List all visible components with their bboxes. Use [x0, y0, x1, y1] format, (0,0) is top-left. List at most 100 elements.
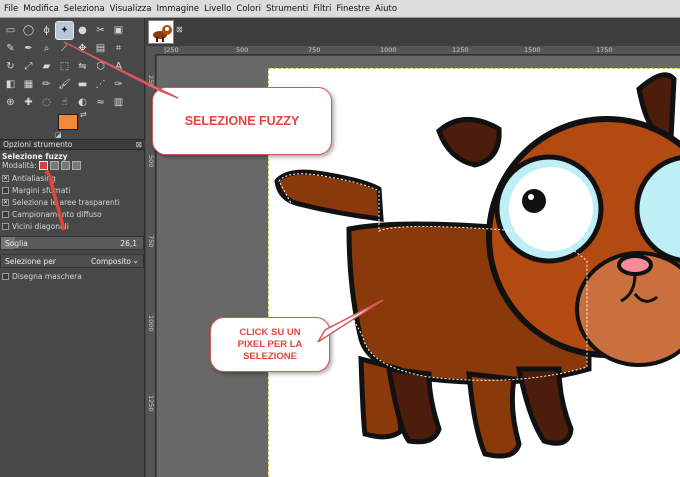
- ruler-top-label: 1500: [524, 46, 541, 54]
- foreground-color-swatch[interactable]: [58, 114, 78, 130]
- sample-merged-row[interactable]: Campionamento diffuso: [2, 210, 144, 219]
- clone-tool-icon[interactable]: ⊕: [2, 94, 19, 111]
- close-image-tab-icon[interactable]: ⊠: [176, 25, 183, 34]
- dodge-burn-tool-glyph: ◐: [78, 96, 87, 108]
- ruler-top-label: 1750: [596, 46, 613, 54]
- reset-colors-icon[interactable]: ◪: [55, 131, 62, 139]
- eraser-tool-icon[interactable]: ▬: [74, 76, 91, 93]
- bucket-fill-tool-icon[interactable]: ◧: [2, 76, 19, 93]
- fuzzy-select-tool-icon[interactable]: ✦: [55, 21, 74, 40]
- select-transparent-row[interactable]: ✕ Seleziona le aree trasparenti: [2, 198, 144, 207]
- diagonal-checkbox[interactable]: [2, 223, 9, 230]
- scale-tool-icon[interactable]: ⤢: [20, 58, 37, 75]
- smudge-tool-glyph: ☝: [61, 96, 68, 108]
- menu-modifica[interactable]: Modifica: [23, 4, 59, 14]
- mode-row: Modalità:: [2, 161, 144, 170]
- pencil-tool-icon[interactable]: ✏: [38, 76, 55, 93]
- clone-tool-glyph: ⊕: [6, 96, 15, 108]
- paths-tool-icon[interactable]: ✎: [2, 40, 19, 57]
- menu-livello[interactable]: Livello: [204, 4, 231, 14]
- threshold-value: 26,1: [120, 239, 137, 248]
- paintbrush-tool-icon[interactable]: 🖌: [56, 76, 73, 93]
- scissors-select-tool-glyph: ✂: [96, 24, 105, 36]
- blur-tool-icon[interactable]: ◌: [38, 94, 55, 111]
- bucket-fill-tool-glyph: ◧: [5, 78, 16, 90]
- select-transparent-checkbox[interactable]: ✕: [2, 199, 9, 206]
- menu-immagine[interactable]: Immagine: [156, 4, 199, 14]
- menu-filtri[interactable]: Filtri: [313, 4, 331, 14]
- crop-tool-icon[interactable]: ⌗: [110, 40, 127, 57]
- select-by-combo[interactable]: Selezione per Composito ⌄: [0, 254, 144, 268]
- rotate-tool-glyph: ↻: [6, 60, 15, 72]
- menu-colori[interactable]: Colori: [236, 4, 261, 14]
- menu-finestre[interactable]: Finestre: [336, 4, 370, 14]
- callout-click-pixel: CLICK SU UN PIXEL PER LA SELEZIONE: [210, 317, 330, 372]
- mode-intersect-button[interactable]: [71, 161, 81, 170]
- rotate-tool-icon[interactable]: ↻: [2, 58, 19, 75]
- color-picker-tool-icon[interactable]: ✒: [20, 40, 37, 57]
- move-tool-icon[interactable]: ✥: [74, 40, 91, 57]
- swap-colors-icon[interactable]: ⇄: [80, 110, 87, 119]
- warp-tool-icon[interactable]: ≈: [92, 94, 109, 111]
- ink-tool-icon[interactable]: ✑: [110, 76, 127, 93]
- draw-mask-checkbox[interactable]: [2, 273, 9, 280]
- antialiasing-row[interactable]: ✕ Antialiasing: [2, 174, 144, 183]
- image-thumbnail-tab[interactable]: [148, 20, 174, 44]
- scissors-select-tool-icon[interactable]: ✂: [92, 22, 109, 39]
- feather-checkbox[interactable]: [2, 187, 9, 194]
- sample-merged-checkbox[interactable]: [2, 211, 9, 218]
- paintbrush-tool-glyph: 🖌: [58, 78, 71, 90]
- diagonal-row[interactable]: Vicini diagonali: [2, 222, 144, 231]
- rect-select-tool-icon[interactable]: ▭: [2, 22, 19, 39]
- airbrush-tool-glyph: ⋰: [95, 78, 106, 90]
- callout-fuzzy-select: SELEZIONE FUZZY: [152, 87, 332, 155]
- feather-row[interactable]: Margini sfumati: [2, 186, 144, 195]
- zoom-tool-icon[interactable]: ⌕: [38, 40, 55, 57]
- smudge-tool-icon[interactable]: ☝: [56, 94, 73, 111]
- ellipse-select-tool-icon[interactable]: ◯: [20, 22, 37, 39]
- draw-mask-row[interactable]: Disegna maschera: [2, 272, 144, 281]
- antialiasing-label: Antialiasing: [12, 174, 56, 183]
- menu-strumenti[interactable]: Strumenti: [266, 4, 308, 14]
- mypaint-tool-icon[interactable]: ▥: [110, 94, 127, 111]
- measure-tool-glyph: ⟋: [61, 42, 68, 54]
- menu-seleziona[interactable]: Seleziona: [64, 4, 105, 14]
- select-by-color-tool-icon[interactable]: ●: [74, 22, 91, 39]
- shear-tool-icon[interactable]: ▰: [38, 58, 55, 75]
- close-icon[interactable]: ⊠: [136, 140, 142, 149]
- shear-tool-glyph: ▰: [42, 60, 51, 72]
- perspective-tool-icon[interactable]: ⬚: [56, 58, 73, 75]
- menu-file[interactable]: File: [4, 4, 18, 14]
- heal-tool-icon[interactable]: ✚: [20, 94, 37, 111]
- measure-tool-icon[interactable]: ⟋: [56, 40, 73, 57]
- callout-click-line-2: PIXEL PER LA: [237, 338, 303, 350]
- align-tool-icon[interactable]: ▤: [92, 40, 109, 57]
- blend-tool-icon[interactable]: ▦: [20, 76, 37, 93]
- horizontal-ruler: |250 500 750 1000 1250 1500 1750: [156, 46, 680, 55]
- align-tool-glyph: ▤: [95, 42, 106, 54]
- airbrush-tool-icon[interactable]: ⋰: [92, 76, 109, 93]
- mode-replace-button[interactable]: [38, 161, 48, 170]
- threshold-slider[interactable]: Soglia 26,1: [0, 236, 144, 250]
- cage-tool-icon[interactable]: ⬡: [92, 58, 109, 75]
- select-by-color-tool-glyph: ●: [78, 24, 87, 36]
- antialiasing-checkbox[interactable]: ✕: [2, 175, 9, 182]
- callout-fuzzy-text: SELEZIONE FUZZY: [184, 114, 300, 128]
- text-tool-icon[interactable]: A: [110, 58, 127, 75]
- flip-tool-icon[interactable]: ⇋: [74, 58, 91, 75]
- mypaint-tool-glyph: ▥: [113, 96, 124, 108]
- gimp-window: File Modifica Seleziona Visualizza Immag…: [0, 0, 680, 477]
- ruler-corner: [146, 46, 156, 55]
- menu-aiuto[interactable]: Aiuto: [375, 4, 397, 14]
- menu-bar: File Modifica Seleziona Visualizza Immag…: [0, 0, 680, 18]
- tool-options-tab[interactable]: Opzioni strumento ⊠: [0, 139, 145, 150]
- foreground-select-tool-icon[interactable]: ▣: [110, 22, 127, 39]
- dodge-burn-tool-icon[interactable]: ◐: [74, 94, 91, 111]
- mode-add-button[interactable]: [49, 161, 59, 170]
- callout-click-line-1: CLICK SU UN: [239, 326, 301, 338]
- zoom-tool-glyph: ⌕: [43, 42, 50, 54]
- free-select-tool-icon[interactable]: ϕ: [38, 22, 55, 39]
- ruler-left-label: 750: [147, 235, 155, 248]
- menu-visualizza[interactable]: Visualizza: [110, 4, 152, 14]
- mode-subtract-button[interactable]: [60, 161, 70, 170]
